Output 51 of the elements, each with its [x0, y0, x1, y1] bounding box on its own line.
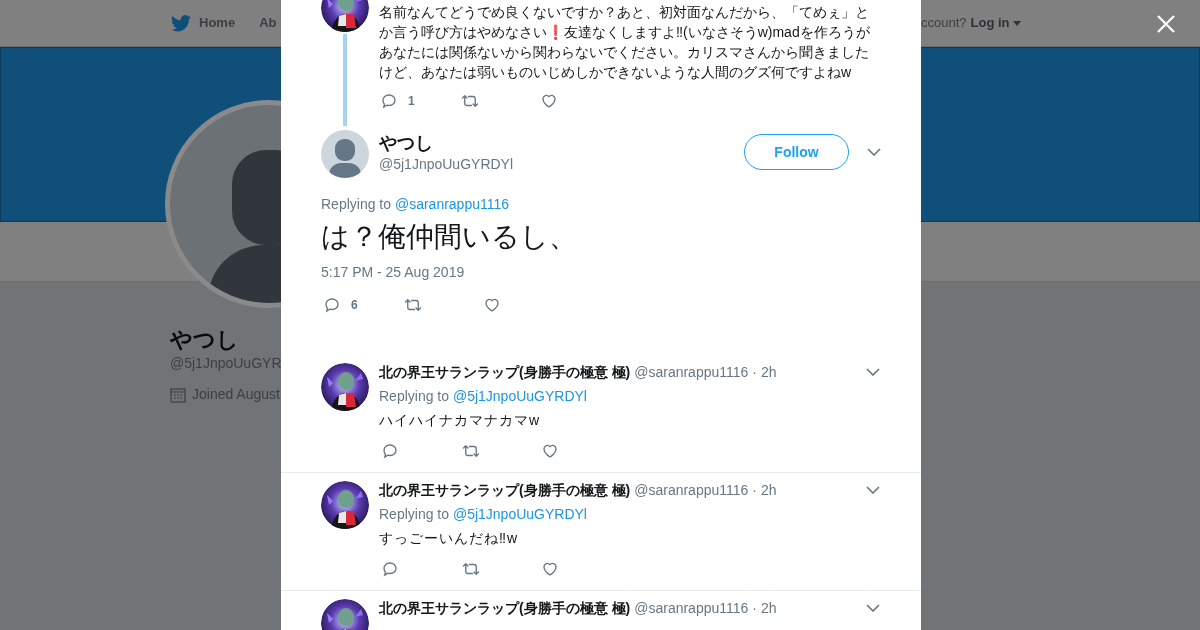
tweet-text: 名前なんてどうでめ良くないですか？あと、初対面なんだから、「てめぇ」とか言う呼び方はやめなさい❗友達なくしますよ‼(いなさそうw)madを作ろうがあなたには関係ないから関わらないでください。カリスマさんから聞きましたけど、あなたは弱いものいじめしかできないような人間のグズ何ですよねw — [379, 3, 871, 82]
calendar-icon — [170, 386, 186, 403]
tweet-time[interactable]: · 2h — [752, 479, 777, 501]
chevron-down-icon[interactable] — [867, 148, 881, 156]
caret-icon — [1012, 20, 1021, 26]
profile-name: やつし — [170, 326, 239, 354]
replying-to: Replying to @saranrappu1116 — [321, 196, 510, 212]
heart-icon[interactable] — [483, 296, 501, 314]
tweet-timestamp: 5:17 PM - 25 Aug 2019 — [320, 263, 466, 282]
mention-link[interactable]: @5j1JnpoUuGYRDYl — [452, 506, 587, 522]
replying-to: Replying to @5j1JnpoUuGYRDYl — [379, 506, 587, 522]
author-name[interactable]: やつし — [379, 131, 514, 155]
tweet-text: は？俺仲間いるし、 — [320, 220, 578, 254]
mention-link[interactable]: @5j1JnpoUuGYRDYl — [452, 388, 587, 404]
login-prompt: ccount? — [921, 14, 967, 33]
chevron-down-icon[interactable] — [866, 604, 880, 612]
heart-icon[interactable] — [541, 442, 559, 460]
author-name[interactable]: 北の界王サランラップ(身勝手の極意 極) — [379, 479, 631, 501]
retweet-icon[interactable] — [460, 92, 480, 110]
nav-link[interactable]: Home — [171, 13, 236, 33]
login-link[interactable]: Log in — [970, 13, 1021, 33]
chevron-down-icon[interactable] — [866, 368, 880, 376]
mention-link[interactable]: @saranrappu1116 — [394, 196, 510, 212]
author-name[interactable]: 北の界王サランラップ(身勝手の極意 極) — [379, 361, 631, 383]
reply-count: 6 — [351, 297, 358, 314]
tweet-text: ハイハイナカマナカマw — [379, 411, 542, 429]
retweet-icon[interactable] — [461, 442, 481, 460]
author-handle[interactable]: @saranrappu1116 — [634, 361, 749, 383]
author-handle[interactable]: @5j1JnpoUuGYRDYl — [379, 154, 514, 174]
author-handle[interactable]: @saranrappu1116 — [634, 479, 749, 501]
close-button[interactable] — [1156, 14, 1176, 34]
avatar-icon — [321, 130, 369, 178]
retweet-icon[interactable] — [461, 560, 481, 578]
tweet-time[interactable]: · 2h — [752, 361, 777, 383]
replying-to: Replying to @5j1JnpoUuGYRDYl — [379, 388, 587, 404]
nav-link[interactable]: Ab — [259, 13, 277, 33]
chevron-down-icon[interactable] — [866, 486, 880, 494]
reply-count: 1 — [408, 93, 415, 110]
bird-icon — [171, 14, 191, 32]
reply-icon[interactable] — [381, 560, 399, 578]
tweet-text: すっごーいんだね‼w — [379, 529, 520, 547]
reply-icon[interactable] — [381, 442, 399, 460]
reply-icon[interactable] — [323, 296, 341, 314]
tweet-time[interactable]: · 2h — [752, 597, 777, 619]
reply-icon[interactable] — [380, 92, 398, 110]
author-handle[interactable]: @saranrappu1116 — [634, 597, 749, 619]
author-name[interactable]: 北の界王サランラップ(身勝手の極意 極) — [379, 597, 631, 619]
close-icon — [1157, 15, 1175, 33]
heart-icon[interactable] — [540, 92, 558, 110]
heart-icon[interactable] — [541, 560, 559, 578]
retweet-icon[interactable] — [403, 296, 423, 314]
